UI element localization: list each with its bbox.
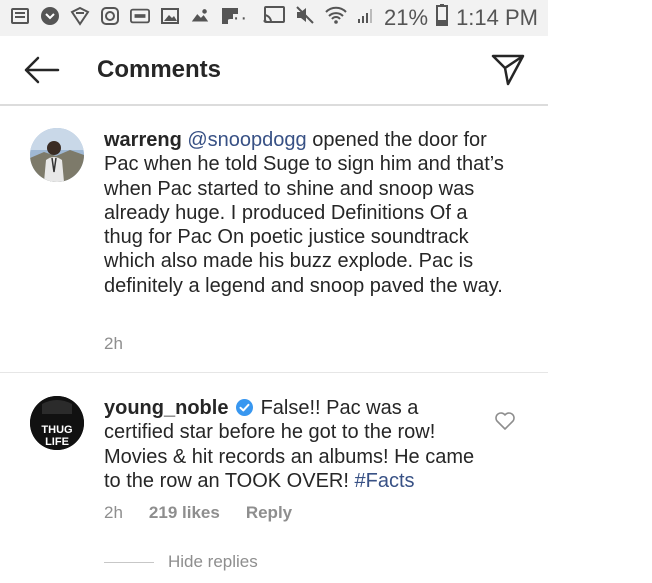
shield-icon bbox=[70, 6, 90, 26]
more-notifications: ··· bbox=[225, 6, 249, 29]
status-right: ··· 21% 1:14 PM bbox=[225, 4, 538, 32]
comment-time: 2h bbox=[104, 503, 123, 522]
comment-text: warreng @snoopdogg opened the door for P… bbox=[104, 128, 504, 298]
battery-percent: 21% bbox=[384, 5, 429, 30]
photo-icon bbox=[190, 6, 210, 26]
comment-hashtag[interactable]: #Facts bbox=[354, 470, 414, 492]
comments-header: Comments bbox=[0, 36, 548, 106]
paper-plane-icon[interactable] bbox=[490, 51, 526, 87]
verified-badge-icon bbox=[236, 398, 254, 416]
likes-count[interactable]: 219 likes bbox=[149, 503, 220, 523]
clock: 1:14 PM bbox=[456, 5, 538, 30]
reply-button[interactable]: Reply bbox=[246, 503, 292, 523]
hide-replies-line bbox=[104, 561, 154, 563]
mute-icon bbox=[294, 5, 316, 31]
signal-icon bbox=[356, 5, 376, 31]
heart-icon[interactable] bbox=[494, 410, 516, 432]
cast-icon bbox=[262, 5, 286, 31]
comment-time: 2h bbox=[104, 334, 123, 353]
avatar[interactable] bbox=[30, 128, 84, 182]
comment-meta: 2h 219 likes Reply bbox=[104, 503, 292, 523]
divider bbox=[0, 372, 548, 373]
image-icon bbox=[160, 6, 180, 26]
phone-screen: ··· 21% 1:14 PM Comments warreng @snoopd… bbox=[0, 0, 548, 583]
avatar-text-1: THUG bbox=[41, 424, 72, 436]
comment-username[interactable]: warreng bbox=[104, 129, 182, 151]
comment-username[interactable]: young_noble bbox=[104, 397, 228, 419]
ge-icon bbox=[130, 6, 150, 26]
battery-icon bbox=[436, 4, 449, 32]
comment-mention[interactable]: @snoopdogg bbox=[187, 129, 306, 151]
status-bar: ··· 21% 1:14 PM bbox=[0, 0, 548, 36]
comment-meta: 2h bbox=[104, 334, 123, 354]
avatar[interactable]: THUG LIFE bbox=[30, 396, 84, 450]
chat-icon bbox=[40, 6, 60, 26]
news-icon bbox=[10, 6, 30, 26]
instagram-icon bbox=[100, 6, 120, 26]
notification-icons bbox=[10, 6, 240, 26]
comment-body: opened the door for Pac when he told Sug… bbox=[104, 129, 504, 297]
comment-text: young_noble False!! Pac was a certified … bbox=[104, 396, 484, 493]
hide-replies-button[interactable]: Hide replies bbox=[104, 552, 258, 572]
avatar-text-2: LIFE bbox=[45, 436, 69, 448]
page-title: Comments bbox=[97, 56, 222, 83]
arrow-left-icon[interactable] bbox=[22, 54, 62, 86]
wifi-icon bbox=[324, 5, 348, 31]
hide-replies-label[interactable]: Hide replies bbox=[168, 552, 258, 572]
